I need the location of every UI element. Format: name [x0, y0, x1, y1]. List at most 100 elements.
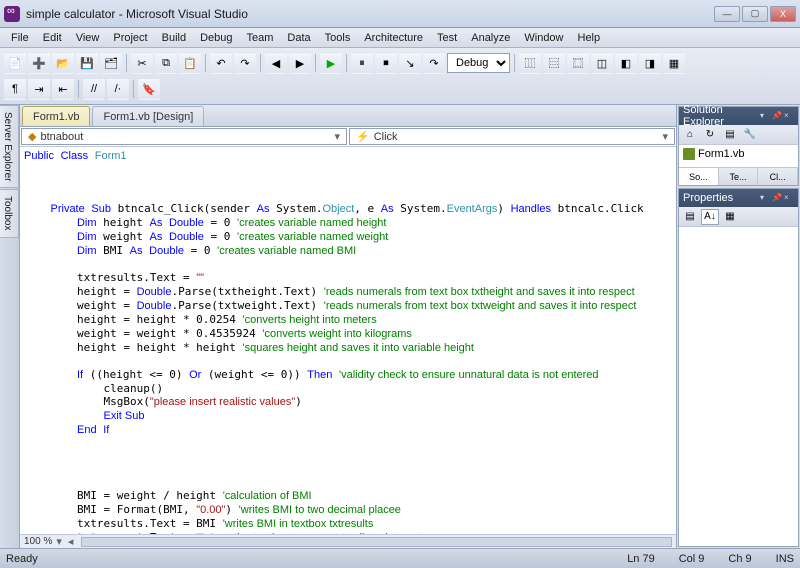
solution-toolbar: ⌂ ↻ ▤ 🔧 [679, 125, 798, 145]
misc-button-6[interactable]: ◨ [639, 52, 661, 74]
pin-icon[interactable]: 📌 [772, 193, 782, 203]
event-icon: ⚡ [356, 130, 370, 143]
nav-back-button[interactable]: ◀ [265, 52, 287, 74]
dropdown-icon[interactable]: ▾ [760, 111, 770, 121]
menu-debug[interactable]: Debug [193, 30, 239, 46]
solution-explorer-panel: Solution Explorer ▾📌× ⌂ ↻ ▤ 🔧 Form1.vb S… [678, 106, 799, 186]
copy-button[interactable]: ⧉ [155, 52, 177, 74]
indent-button[interactable]: ⇥ [28, 78, 50, 100]
properties-header[interactable]: Properties ▾📌× [679, 189, 798, 207]
pin-icon[interactable]: 📌 [772, 111, 782, 121]
h-scrollbar[interactable] [81, 537, 672, 547]
side-tab-server-explorer[interactable]: Server Explorer [0, 105, 19, 188]
start-button[interactable]: ▶ [320, 52, 342, 74]
nav-fwd-button[interactable]: ▶ [289, 52, 311, 74]
menu-help[interactable]: Help [571, 30, 608, 46]
menu-view[interactable]: View [69, 30, 107, 46]
uncomment-button[interactable]: /· [107, 78, 129, 100]
properties-grid[interactable] [679, 227, 798, 546]
window-controls: — ▢ X [714, 6, 796, 22]
toolbar-area: 📄 ➕ 📂 💾 🗂 ✂ ⧉ 📋 ↶ ↷ ◀ ▶ ▶ ⏸ ⏹ ↘ ↷ Debug … [0, 48, 800, 105]
config-combo[interactable]: Debug [447, 53, 510, 73]
menu-architecture[interactable]: Architecture [357, 30, 430, 46]
vb-file-icon [683, 148, 695, 160]
status-col: Col 9 [679, 553, 705, 565]
scroll-left-icon[interactable]: ◂ [68, 535, 74, 548]
menu-edit[interactable]: Edit [36, 30, 69, 46]
menu-build[interactable]: Build [155, 30, 193, 46]
zoom-chevron-icon[interactable]: ▾ [56, 535, 62, 548]
break-button[interactable]: ⏸ [351, 52, 373, 74]
misc-button-5[interactable]: ◧ [615, 52, 637, 74]
refresh-icon[interactable]: ↻ [701, 127, 719, 143]
status-ready: Ready [6, 553, 38, 565]
mini-tab[interactable]: Te... [719, 168, 759, 185]
editor-footer: 100 % ▾ ◂ [20, 534, 676, 548]
misc-button-3[interactable]: ⿴ [567, 52, 589, 74]
menu-data[interactable]: Data [280, 30, 317, 46]
show-all-icon[interactable]: ▤ [721, 127, 739, 143]
tree-item-label: Form1.vb [698, 148, 744, 160]
menu-analyze[interactable]: Analyze [464, 30, 517, 46]
method-combo[interactable]: ⚡ Click ▾ [349, 128, 675, 145]
step-into-button[interactable]: ↘ [399, 52, 421, 74]
close-icon[interactable]: × [784, 111, 794, 121]
bookmark-button[interactable]: 🔖 [138, 78, 160, 100]
new-project-button[interactable]: 📄 [4, 52, 26, 74]
paste-button[interactable]: 📋 [179, 52, 201, 74]
solution-tree[interactable]: Form1.vb [679, 145, 798, 167]
side-tab-toolbox[interactable]: Toolbox [0, 189, 19, 237]
solution-explorer-header[interactable]: Solution Explorer ▾📌× [679, 107, 798, 125]
close-button[interactable]: X [770, 6, 796, 22]
misc-button-1[interactable]: ⿲ [519, 52, 541, 74]
vs-logo-icon [4, 6, 20, 22]
menu-tools[interactable]: Tools [318, 30, 358, 46]
properties-panel: Properties ▾📌× ▤ A↓ ▦ [678, 188, 799, 547]
minimize-button[interactable]: — [714, 6, 740, 22]
para-button[interactable]: ¶ [4, 78, 26, 100]
open-button[interactable]: 📂 [52, 52, 74, 74]
add-item-button[interactable]: ➕ [28, 52, 50, 74]
misc-button-2[interactable]: ⿳ [543, 52, 565, 74]
code-editor[interactable]: Public Class Form1 Private Sub btncalc_C… [20, 147, 676, 534]
stop-button[interactable]: ⏹ [375, 52, 397, 74]
menu-file[interactable]: File [4, 30, 36, 46]
undo-button[interactable]: ↶ [210, 52, 232, 74]
editor-area: Form1.vbForm1.vb [Design] ◆ btnabout ▾ ⚡… [20, 105, 676, 548]
tree-item[interactable]: Form1.vb [681, 147, 796, 161]
menu-test[interactable]: Test [430, 30, 464, 46]
left-tool-strip: Server ExplorerToolbox [0, 105, 20, 548]
menu-project[interactable]: Project [106, 30, 154, 46]
dropdown-icon[interactable]: ▾ [760, 193, 770, 203]
cut-button[interactable]: ✂ [131, 52, 153, 74]
menu-team[interactable]: Team [240, 30, 281, 46]
class-combo[interactable]: ◆ btnabout ▾ [21, 128, 347, 145]
zoom-level[interactable]: 100 % [24, 536, 52, 547]
status-ins: INS [776, 553, 794, 565]
solution-explorer-tabs: So...Te...Cl... [679, 167, 798, 185]
menu-window[interactable]: Window [517, 30, 570, 46]
misc-button-7[interactable]: ▦ [663, 52, 685, 74]
categorized-icon[interactable]: ▤ [681, 209, 699, 225]
alpha-sort-icon[interactable]: A↓ [701, 209, 719, 225]
save-button[interactable]: 💾 [76, 52, 98, 74]
redo-button[interactable]: ↷ [234, 52, 256, 74]
chevron-down-icon: ▾ [334, 130, 340, 143]
outdent-button[interactable]: ⇤ [52, 78, 74, 100]
home-icon[interactable]: ⌂ [681, 127, 699, 143]
prop-pages-icon[interactable]: ▦ [721, 209, 739, 225]
close-icon[interactable]: × [784, 193, 794, 203]
doc-tab[interactable]: Form1.vb [Design] [92, 106, 204, 126]
mini-tab[interactable]: Cl... [758, 168, 798, 185]
properties-icon[interactable]: 🔧 [741, 127, 759, 143]
step-over-button[interactable]: ↷ [423, 52, 445, 74]
save-all-button[interactable]: 🗂 [100, 52, 122, 74]
comment-button[interactable]: // [83, 78, 105, 100]
misc-button-4[interactable]: ◫ [591, 52, 613, 74]
document-tabs: Form1.vbForm1.vb [Design] [20, 105, 676, 127]
mini-tab[interactable]: So... [679, 168, 719, 185]
doc-tab[interactable]: Form1.vb [22, 106, 90, 126]
code-text[interactable]: Public Class Form1 Private Sub btncalc_C… [20, 147, 648, 534]
status-line: Ln 79 [627, 553, 655, 565]
maximize-button[interactable]: ▢ [742, 6, 768, 22]
